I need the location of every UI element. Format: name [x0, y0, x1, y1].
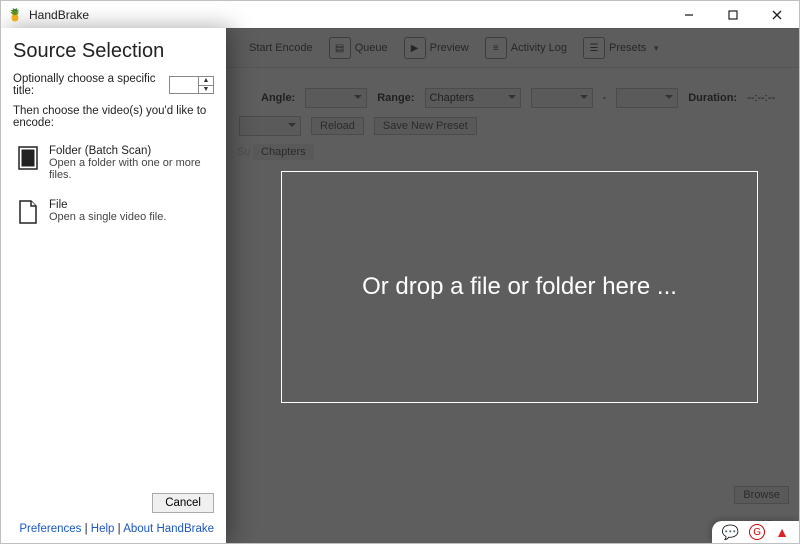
source-selection-panel: Source Selection Optionally choose a spe…	[1, 28, 226, 543]
source-folder-item[interactable]: Folder (Batch Scan) Open a folder with o…	[17, 145, 210, 181]
source-folder-desc: Open a folder with one or more files.	[49, 157, 210, 181]
panel-heading: Source Selection	[13, 40, 214, 63]
about-handbrake-link[interactable]: About HandBrake	[123, 523, 214, 535]
source-file-item[interactable]: File Open a single video file.	[17, 199, 210, 225]
logo-icon[interactable]: ▲	[775, 524, 789, 540]
optional-title-label: Optionally choose a specific title:	[13, 73, 169, 97]
help-link[interactable]: Help	[91, 523, 115, 535]
cancel-button[interactable]: Cancel	[152, 493, 214, 513]
app-icon: 🍍	[7, 7, 23, 23]
messenger-icon[interactable]: 💬	[722, 524, 739, 541]
source-file-title: File	[49, 199, 166, 211]
then-choose-label: Then choose the video(s) you'd like to e…	[13, 105, 214, 129]
titlebar: 🍍 HandBrake	[1, 1, 799, 29]
drop-zone-text: Or drop a file or folder here ...	[362, 273, 677, 301]
folder-icon	[17, 145, 39, 171]
title-number-spinner[interactable]: ▲ ▼	[169, 76, 214, 94]
spinner-up-icon[interactable]: ▲	[199, 77, 213, 86]
source-folder-title: Folder (Batch Scan)	[49, 145, 210, 157]
close-button[interactable]	[755, 1, 799, 28]
spinner-down-icon[interactable]: ▼	[199, 86, 213, 94]
maximize-button[interactable]	[711, 1, 755, 28]
drop-zone[interactable]: Or drop a file or folder here ...	[281, 171, 758, 403]
system-tray: 💬 G ▲	[712, 521, 799, 543]
preferences-link[interactable]: Preferences	[19, 523, 81, 535]
app-window: 🍍 HandBrake Start Encode ▤ Queue	[0, 0, 800, 544]
title-number-input[interactable]	[169, 76, 199, 94]
g-icon[interactable]: G	[749, 524, 765, 540]
minimize-button[interactable]	[667, 1, 711, 28]
window-controls	[667, 1, 799, 28]
panel-links: Preferences | Help | About HandBrake	[13, 523, 214, 535]
file-icon	[17, 199, 39, 225]
source-file-desc: Open a single video file.	[49, 211, 166, 223]
app-title: HandBrake	[29, 8, 89, 22]
